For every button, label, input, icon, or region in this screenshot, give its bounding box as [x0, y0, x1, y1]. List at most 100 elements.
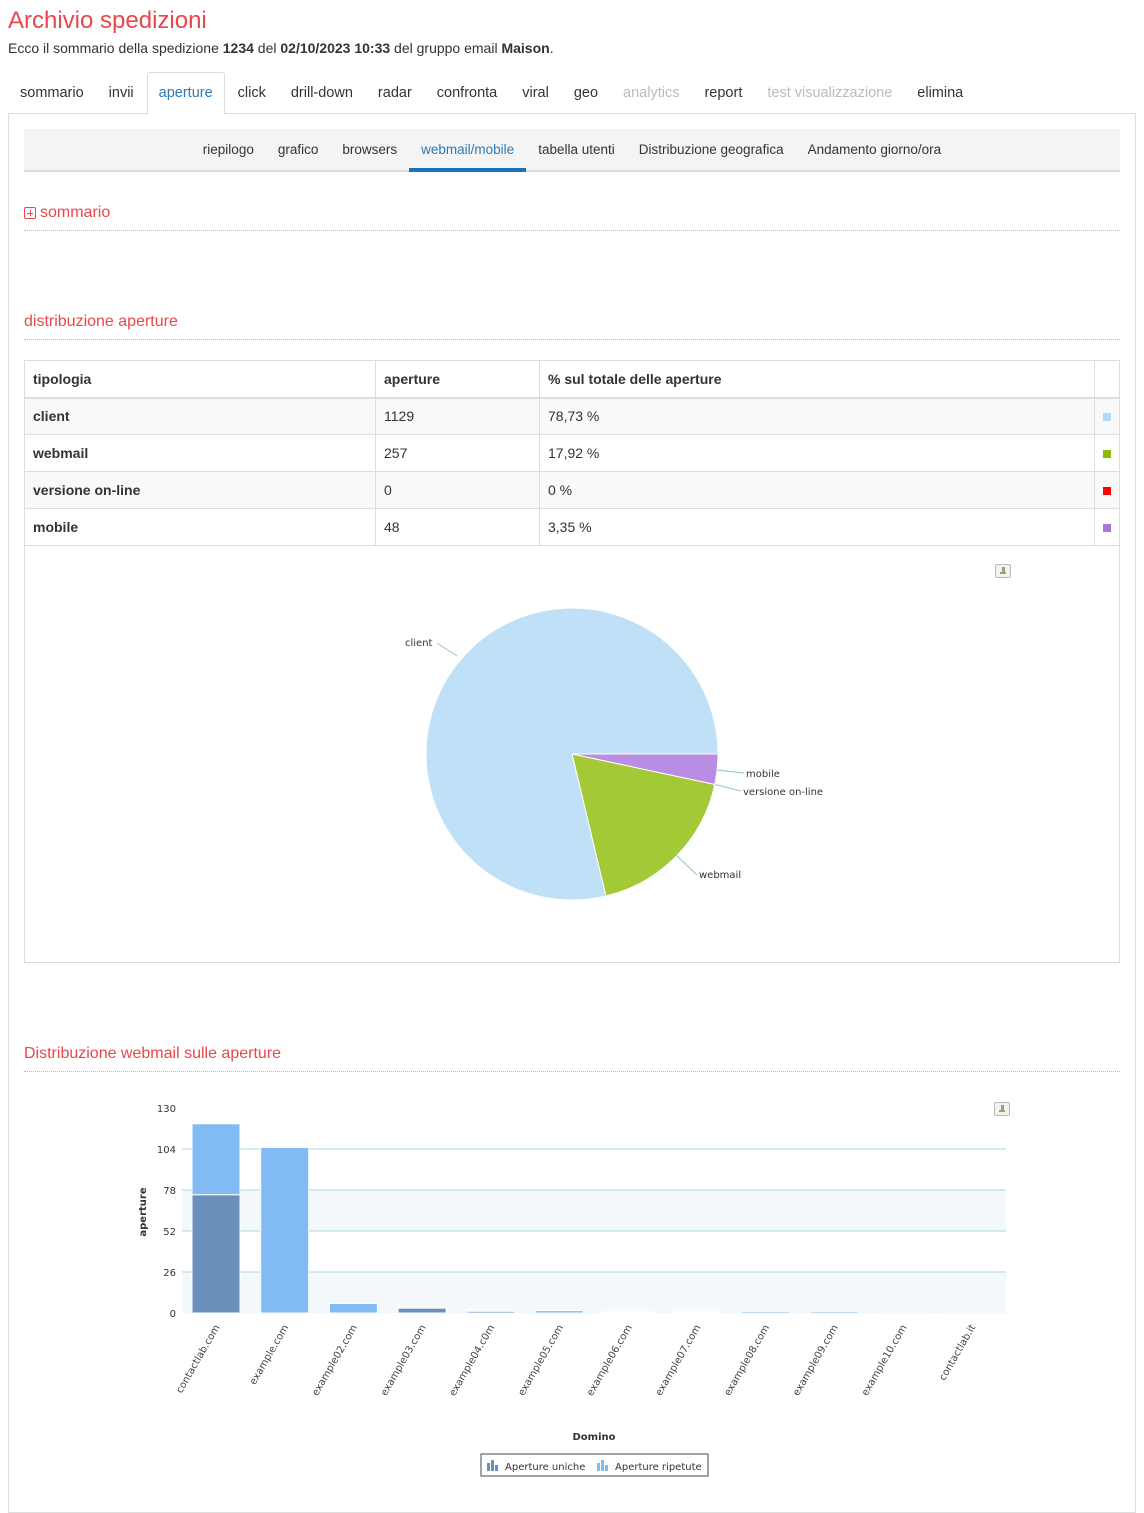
cell-tipologia: versione on-line — [24, 471, 376, 509]
x-tick-label: example03.com — [379, 1323, 429, 1398]
pie-label-versione-on-line: versione on-line — [743, 787, 823, 798]
cell-aperture: 48 — [375, 508, 540, 546]
header-color — [1094, 360, 1120, 399]
x-tick-label: example08.com — [723, 1323, 773, 1398]
bar-aperture-ripetute[interactable] — [947, 1312, 997, 1315]
bar-aperture-ripetute[interactable] — [603, 1310, 653, 1313]
expand-plus-icon — [24, 207, 36, 219]
export-bar-chart-button[interactable] — [994, 1102, 1010, 1116]
table-row: webmail 257 17,92 % — [24, 434, 1120, 472]
subnav-browsers[interactable]: browsers — [330, 129, 409, 170]
pie-connector-line — [674, 853, 698, 876]
tab-confronta[interactable]: confronta — [425, 72, 509, 113]
shipment-datetime: 02/10/2023 10:33 — [280, 40, 391, 56]
cell-aperture: 257 — [375, 434, 540, 472]
cell-tipologia: client — [24, 397, 376, 435]
cell-color — [1094, 397, 1120, 435]
main-tabs: sommario invii aperture click drill-down rada… — [8, 72, 1136, 114]
subnav-andamento-giorno-ora[interactable]: Andamento giorno/ora — [796, 129, 954, 170]
page: Archivio spedizioni Ecco il sommario del… — [0, 0, 1144, 1513]
pie-chart-container: mobile versione on-line webmail client — [24, 546, 1120, 963]
x-tick-label: contactlab.com — [174, 1323, 222, 1395]
x-tick-label: example10.com — [860, 1323, 910, 1398]
x-tick-label: example05.com — [516, 1323, 566, 1398]
cell-color — [1094, 471, 1120, 509]
tab-analytics: analytics — [623, 85, 680, 101]
distribution-table: tipologia aperture % sul totale delle ap… — [24, 360, 1120, 546]
cell-percent: 3,35 % — [539, 508, 1095, 546]
x-tick-label: example02.com — [310, 1323, 360, 1398]
bar-aperture-ripetute[interactable] — [535, 1310, 584, 1314]
table-row: mobile 48 3,35 % — [24, 508, 1120, 546]
cell-percent: 78,73 % — [539, 397, 1095, 435]
bar-aperture-ripetute[interactable] — [809, 1310, 859, 1314]
color-swatch — [1103, 524, 1111, 532]
cell-tipologia: webmail — [24, 434, 376, 472]
sub-navigation: riepilogo grafico browsers webmail/mobile ta… — [24, 129, 1120, 172]
x-tick-label: example04.c0m — [448, 1323, 498, 1398]
subnav-distribuzione-geografica[interactable]: Distribuzione geografica — [627, 129, 796, 170]
legend-label: Aperture ripetute — [615, 1462, 702, 1473]
tab-aperture[interactable]: aperture — [146, 72, 225, 114]
page-title: Archivio spedizioni — [8, 7, 207, 34]
y-tick-label: 26 — [163, 1268, 176, 1279]
legend-bar-icon — [605, 1465, 608, 1471]
tab-invii[interactable]: invii — [97, 72, 146, 113]
tab-radar[interactable]: radar — [366, 72, 424, 113]
tab-viral[interactable]: viral — [510, 72, 561, 113]
cell-tipologia: mobile — [24, 508, 376, 546]
header-percent: % sul totale delle aperture — [539, 360, 1095, 399]
pie-connector-line — [712, 783, 742, 792]
color-swatch — [1103, 413, 1111, 422]
legend-bar-icon — [491, 1460, 494, 1471]
tab-test-visualizzazione: test visualizzazione — [767, 85, 893, 101]
y-axis-title: aperture — [138, 1187, 149, 1236]
y-tick-label: 104 — [157, 1145, 176, 1156]
bar-aperture-ripetute[interactable] — [260, 1146, 310, 1314]
bar-aperture-ripetute[interactable] — [328, 1303, 378, 1314]
legend-label: Aperture uniche — [505, 1462, 585, 1473]
cell-color — [1094, 508, 1120, 546]
tab-sommario[interactable]: sommario — [8, 72, 96, 113]
sommario-section-toggle[interactable]: sommario — [24, 204, 1120, 231]
x-tick-label: example06.com — [585, 1323, 635, 1398]
cell-aperture: 1129 — [375, 397, 540, 435]
cell-percent: 17,92 % — [539, 434, 1095, 472]
bar-aperture-ripetute[interactable] — [466, 1309, 516, 1312]
table-row: versione on-line 0 0 % — [24, 471, 1120, 509]
x-tick-label: example.com — [248, 1323, 291, 1387]
table-row: client 1129 78,73 % — [24, 397, 1120, 435]
color-swatch — [1103, 487, 1111, 495]
pie-label-client: client — [405, 638, 433, 649]
bar-aperture-ripetute[interactable] — [741, 1310, 791, 1314]
bar-chart-container: 0 26 52 78 104 130 aperture contactlab.com examp… — [24, 1072, 1120, 1492]
tab-drill-down[interactable]: drill-down — [279, 72, 365, 113]
y-tick-label: 0 — [170, 1309, 176, 1320]
tab-report[interactable]: report — [692, 72, 754, 113]
export-chart-button[interactable] — [995, 564, 1011, 578]
subnav-grafico[interactable]: grafico — [266, 129, 331, 170]
bar-aperture-ripetute[interactable] — [672, 1310, 722, 1313]
legend-bar-icon — [487, 1463, 490, 1471]
header-tipologia: tipologia — [24, 360, 376, 399]
tab-geo[interactable]: geo — [562, 72, 610, 113]
pie-label-mobile: mobile — [746, 769, 780, 780]
bar-aperture-ripetute[interactable] — [878, 1312, 928, 1315]
subnav-riepilogo[interactable]: riepilogo — [191, 129, 266, 170]
y-tick-label: 52 — [163, 1227, 176, 1238]
bar-aperture-ripetute[interactable] — [397, 1306, 447, 1309]
subnav-webmail-mobile[interactable]: webmail/mobile — [409, 129, 527, 172]
subnav-tabella-utenti[interactable]: tabella utenti — [526, 129, 627, 170]
email-group: Maison — [501, 40, 550, 56]
x-tick-label: example09.com — [791, 1323, 841, 1398]
cell-color — [1094, 434, 1120, 472]
shipment-id: 1234 — [222, 40, 254, 56]
tab-click[interactable]: click — [226, 72, 278, 113]
bar-aperture-ripetute[interactable] — [191, 1123, 241, 1196]
pie-label-webmail: webmail — [699, 870, 741, 881]
table-header-row: tipologia aperture % sul totale delle ap… — [24, 360, 1120, 399]
tab-panel: riepilogo grafico browsers webmail/mobile ta… — [8, 114, 1136, 1513]
sommario-section-title: sommario — [40, 204, 111, 221]
bar-aperture-uniche[interactable] — [191, 1194, 241, 1314]
tab-elimina[interactable]: elimina — [905, 72, 975, 113]
